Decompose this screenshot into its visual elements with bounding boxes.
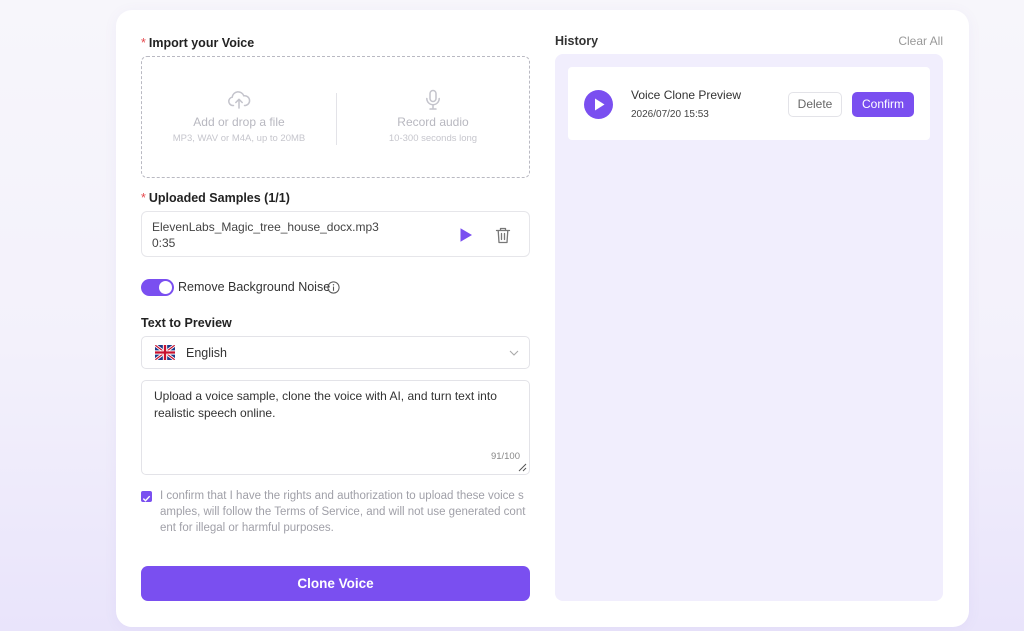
noise-toggle-row: Remove Background Noise xyxy=(141,278,441,298)
check-icon xyxy=(142,495,151,502)
remove-noise-toggle[interactable] xyxy=(141,279,174,296)
sample-duration: 0:35 xyxy=(152,236,176,250)
history-title: History xyxy=(555,34,599,48)
chevron-down-icon xyxy=(509,350,519,356)
cloud-upload-icon xyxy=(228,91,251,109)
history-item-date: 2026/07/20 15:53 xyxy=(631,109,709,120)
sample-item: ElevenLabs_Magic_tree_house_docx.mp3 0:3… xyxy=(141,211,530,257)
record-title: Record audio xyxy=(397,115,469,129)
uploaded-samples-text: Uploaded Samples (1/1) xyxy=(148,191,290,205)
char-count: 91/100 xyxy=(490,451,520,462)
consent-checkbox[interactable] xyxy=(141,491,152,502)
delete-button[interactable]: Delete xyxy=(788,92,842,117)
clone-voice-button[interactable]: Clone Voice xyxy=(141,566,530,601)
trash-icon[interactable] xyxy=(495,227,511,244)
clear-all-button[interactable]: Clear All xyxy=(898,34,943,48)
consent-text: I confirm that I have the rights and aut… xyxy=(160,490,526,534)
history-item: Voice Clone Preview 2026/07/20 15:53 Del… xyxy=(568,67,930,140)
import-voice-label: * Import your Voice xyxy=(141,36,254,50)
text-to-preview-label: Text to Preview xyxy=(141,316,232,330)
upload-subtitle: MP3, WAV or M4A, up to 20MB xyxy=(172,133,306,144)
language-value: English xyxy=(186,346,227,360)
language-select[interactable]: English xyxy=(141,336,530,369)
voice-dropzone: Add or drop a file MP3, WAV or M4A, up t… xyxy=(141,56,530,178)
resize-handle-icon[interactable] xyxy=(518,463,527,472)
required-mark: * xyxy=(141,191,146,205)
uk-flag-icon xyxy=(155,345,175,360)
info-icon[interactable] xyxy=(327,281,340,294)
preview-text-input[interactable]: Upload a voice sample, clone the voice w… xyxy=(141,380,530,475)
history-item-title: Voice Clone Preview xyxy=(631,88,742,102)
voice-clone-card: * Import your Voice Add or drop a file MP… xyxy=(116,10,969,627)
confirm-button[interactable]: Confirm xyxy=(852,92,914,117)
upload-title: Add or drop a file xyxy=(193,115,285,129)
preview-text: Upload a voice sample, clone the voice w… xyxy=(154,389,497,420)
uploaded-samples-label: * Uploaded Samples (1/1) xyxy=(141,191,290,205)
play-circle-icon[interactable] xyxy=(584,90,613,119)
required-mark: * xyxy=(141,36,146,50)
record-audio-area[interactable]: Record audio 10-300 seconds long xyxy=(336,57,530,177)
import-voice-text: Import your Voice xyxy=(148,36,255,50)
play-icon[interactable] xyxy=(459,227,473,243)
sample-filename: ElevenLabs_Magic_tree_house_docx.mp3 xyxy=(152,220,379,234)
toggle-knob xyxy=(159,281,172,294)
history-panel: Voice Clone Preview 2026/07/20 15:53 Del… xyxy=(555,54,943,601)
microphone-icon xyxy=(426,89,440,110)
remove-noise-label: Remove Background Noise xyxy=(178,280,331,294)
upload-file-area[interactable]: Add or drop a file MP3, WAV or M4A, up t… xyxy=(142,57,336,177)
record-subtitle: 10-300 seconds long xyxy=(388,133,478,144)
